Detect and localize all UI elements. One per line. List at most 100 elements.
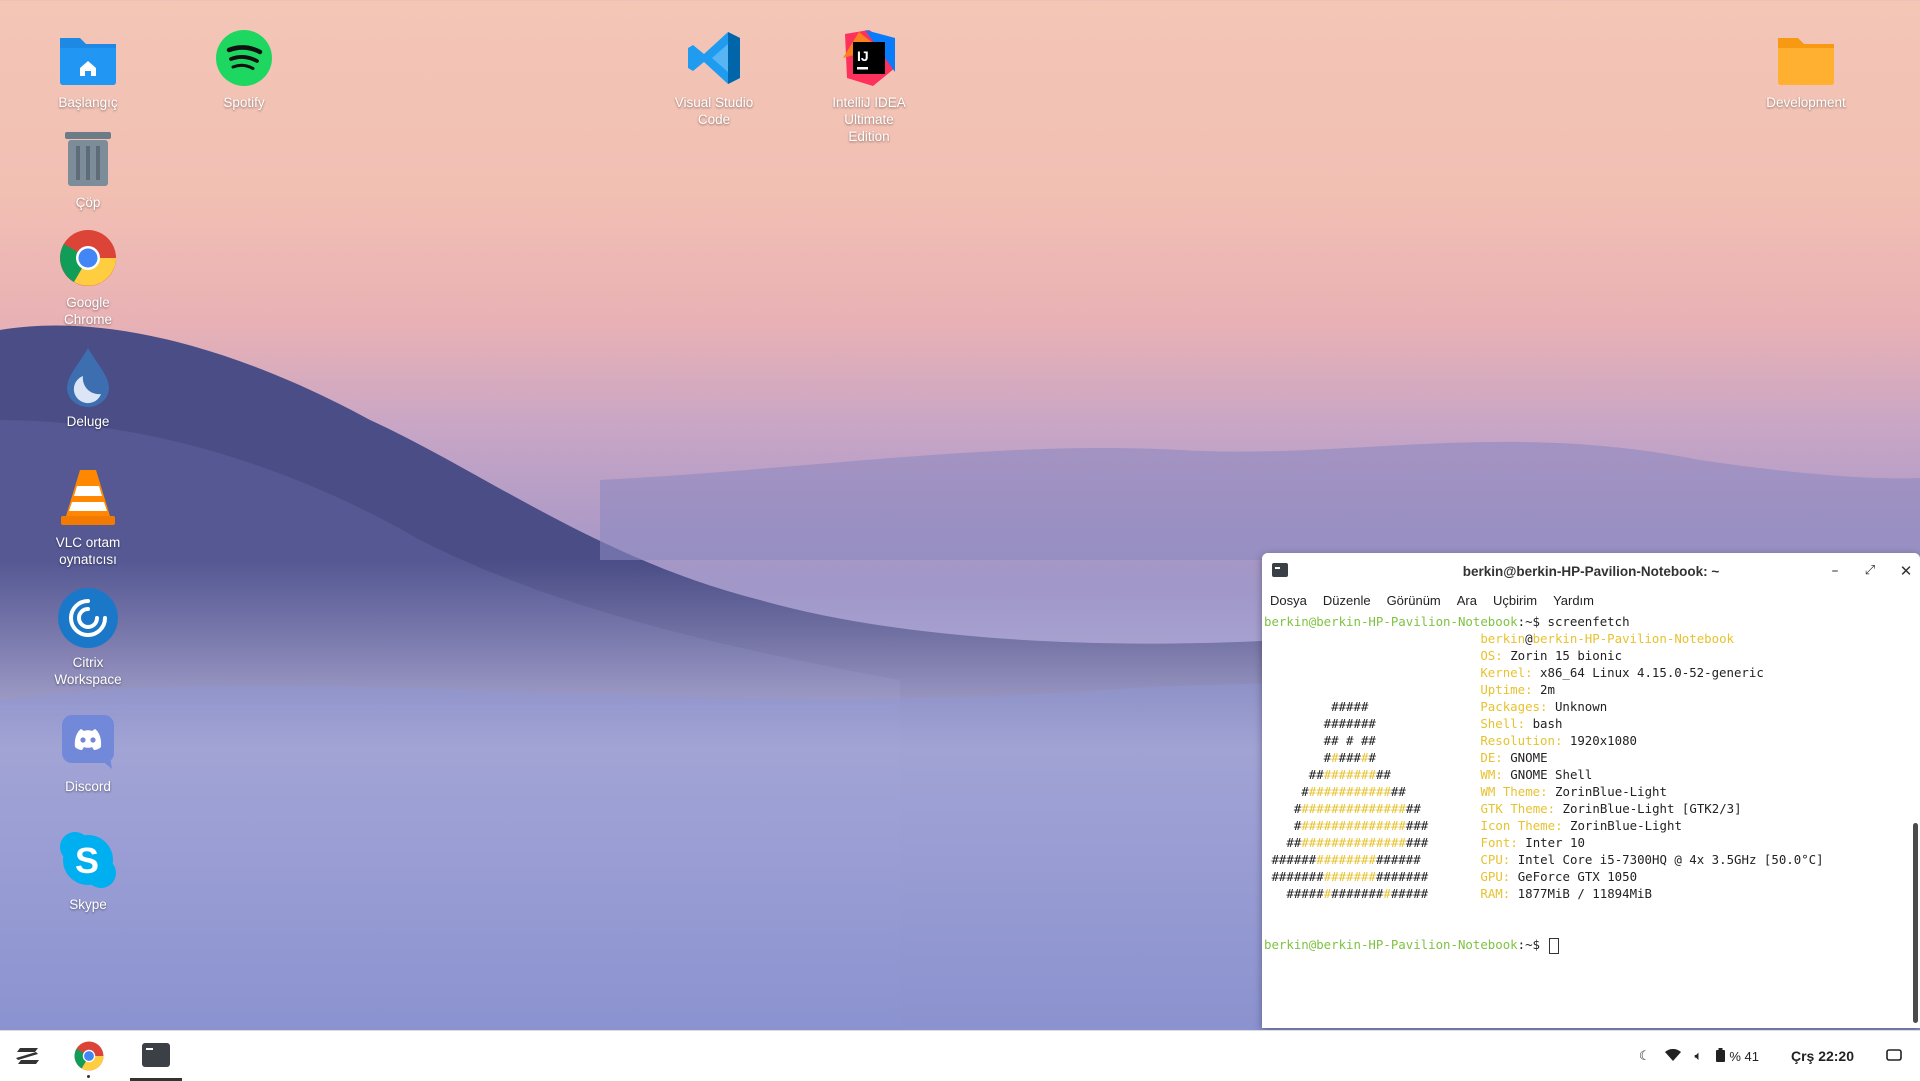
info-key: GPU: — [1480, 869, 1511, 884]
info-key: Uptime: — [1480, 682, 1533, 697]
info-key: CPU: — [1480, 852, 1511, 867]
maximize-icon[interactable]: ⤢ — [1860, 561, 1880, 581]
desktop-icon-vscode[interactable]: Visual Studio Code — [659, 26, 769, 128]
desktop-icon-vlc[interactable]: VLC ortam oynatıcısı — [33, 466, 143, 568]
desktop-icon-intellij[interactable]: IJ IntelliJ IDEA Ultimate Edition — [814, 26, 924, 145]
info-value: bash — [1525, 716, 1563, 731]
info-value: 1877MiB / 11894MiB — [1510, 886, 1652, 901]
command-text: screenfetch — [1547, 614, 1630, 629]
desktop-icon-label: Skype — [69, 897, 107, 912]
ascii-logo-line: ##### — [1264, 699, 1369, 714]
ascii-logo-line: ################### — [1264, 835, 1429, 850]
info-value: GNOME Shell — [1502, 767, 1593, 782]
info-value: Zorin 15 bionic — [1502, 648, 1623, 663]
ascii-logo-line: ####### — [1264, 750, 1376, 765]
home-folder-icon — [56, 26, 120, 90]
fetch-at: @ — [1525, 631, 1533, 646]
volume-icon[interactable]: 🔈︎ — [1695, 1048, 1703, 1064]
info-key: WM Theme: — [1480, 784, 1548, 799]
menu-duzenle[interactable]: Düzenle — [1323, 593, 1371, 608]
svg-text:IJ: IJ — [857, 48, 869, 64]
desktop-icon-label: Visual Studio Code — [674, 95, 754, 127]
desktop-icon-label: Spotify — [223, 95, 265, 110]
terminal-output[interactable]: berkin@berkin-HP-Pavilion-Notebook:~$ sc… — [1262, 611, 1920, 956]
close-icon[interactable]: ✕ — [1896, 561, 1916, 581]
taskbar-chrome-icon[interactable] — [69, 1031, 109, 1081]
zorin-menu-icon[interactable] — [8, 1031, 48, 1081]
deluge-icon — [56, 345, 120, 409]
desktop-icon-discord[interactable]: Discord — [33, 710, 143, 795]
prompt-user: berkin@berkin-HP-Pavilion-Notebook — [1264, 937, 1518, 952]
desktop-icon-chrome[interactable]: Google Chrome — [33, 226, 143, 328]
prompt-suffix: :~$ — [1517, 614, 1548, 629]
ascii-logo-line: ########### — [1264, 767, 1391, 782]
desktop-icon-development[interactable]: Development — [1751, 26, 1861, 111]
info-key: OS: — [1480, 648, 1503, 663]
battery-percent: % 41 — [1729, 1048, 1759, 1064]
ascii-logo-line: ############## — [1264, 784, 1406, 799]
discord-icon — [56, 710, 120, 774]
info-value: 1920x1080 — [1562, 733, 1638, 748]
ascii-logo-line: #################### — [1264, 852, 1421, 867]
desktop-icon-label: IntelliJ IDEA Ultimate Edition — [832, 95, 906, 144]
info-key: Font: — [1480, 835, 1518, 850]
desktop-icon-skype[interactable]: S Skype — [33, 828, 143, 913]
svg-text:S: S — [75, 840, 99, 881]
night-light-icon[interactable]: ☾ — [1639, 1048, 1651, 1064]
info-key: Resolution: — [1480, 733, 1563, 748]
desktop-icon-citrix[interactable]: Citrix Workspace — [33, 586, 143, 688]
desktop-icon-label: Google Chrome — [63, 295, 112, 327]
ascii-logo-line: ##################### — [1264, 869, 1429, 884]
desktop-icon-label: Başlangıç — [58, 95, 118, 110]
info-key: Shell: — [1480, 716, 1526, 731]
terminal-scrollbar[interactable] — [1913, 823, 1918, 1023]
terminal-titlebar[interactable]: berkin@berkin-HP-Pavilion-Notebook: ~ – … — [1262, 553, 1920, 589]
wifi-icon[interactable] — [1664, 1048, 1681, 1064]
info-key: RAM: — [1480, 886, 1511, 901]
desktop-icon-trash[interactable]: Çöp — [33, 126, 143, 211]
ascii-logo-line: ####### — [1264, 716, 1376, 731]
desktop-icon-label: Development — [1766, 95, 1846, 110]
terminal-window[interactable]: berkin@berkin-HP-Pavilion-Notebook: ~ – … — [1262, 553, 1920, 1028]
desktop-icon-label: Citrix Workspace — [54, 655, 122, 687]
menu-ara[interactable]: Ara — [1457, 593, 1477, 608]
battery-icon[interactable] — [1716, 1047, 1726, 1065]
vscode-icon — [682, 26, 746, 90]
citrix-icon — [56, 586, 120, 650]
ascii-logo-line: ## # ## — [1264, 733, 1376, 748]
system-tray: ☾ 🔈︎ % 41 Çrş 22:20 — [1639, 1031, 1920, 1081]
trash-icon — [56, 126, 120, 190]
terminal-menubar: Dosya Düzenle Görünüm Ara Uçbirim Yardım — [1262, 589, 1920, 611]
folder-icon — [1774, 26, 1838, 90]
desktop-icon-label: Discord — [65, 779, 111, 794]
prompt-user: berkin@berkin-HP-Pavilion-Notebook — [1264, 614, 1518, 629]
info-value: Inter 10 — [1517, 835, 1585, 850]
desktop-icon-deluge[interactable]: Deluge — [33, 345, 143, 430]
menu-dosya[interactable]: Dosya — [1270, 593, 1307, 608]
desktop-icon-baslangic[interactable]: Başlangıç — [33, 26, 143, 111]
info-key: Packages: — [1480, 699, 1548, 714]
info-value: GeForce GTX 1050 — [1510, 869, 1638, 884]
running-indicator — [87, 1075, 90, 1078]
desktop-icon-spotify[interactable]: Spotify — [189, 26, 299, 111]
intellij-icon: IJ — [837, 26, 901, 90]
info-key: DE: — [1480, 750, 1503, 765]
taskbar: ☾ 🔈︎ % 41 Çrş 22:20 — [0, 1030, 1920, 1081]
text-cursor — [1549, 937, 1560, 954]
notifications-icon[interactable] — [1886, 1048, 1902, 1064]
taskbar-terminal-icon[interactable] — [130, 1031, 182, 1081]
menu-gorunum[interactable]: Görünüm — [1387, 593, 1441, 608]
info-key: Kernel: — [1480, 665, 1533, 680]
prompt-suffix: :~$ — [1517, 937, 1548, 952]
ascii-logo-line: ################## — [1264, 818, 1429, 833]
menu-yardim[interactable]: Yardım — [1553, 593, 1594, 608]
menu-ucbirim[interactable]: Uçbirim — [1493, 593, 1537, 608]
chrome-icon — [56, 226, 120, 290]
ascii-logo-line: ################# — [1264, 801, 1421, 816]
clock[interactable]: Çrş 22:20 — [1791, 1048, 1854, 1064]
desktop-icon-label: Çöp — [75, 195, 101, 210]
info-value: Unknown — [1547, 699, 1608, 714]
fetch-user: berkin — [1480, 631, 1526, 646]
window-title: berkin@berkin-HP-Pavilion-Notebook: ~ — [1462, 563, 1720, 579]
minimize-icon[interactable]: – — [1825, 561, 1845, 581]
